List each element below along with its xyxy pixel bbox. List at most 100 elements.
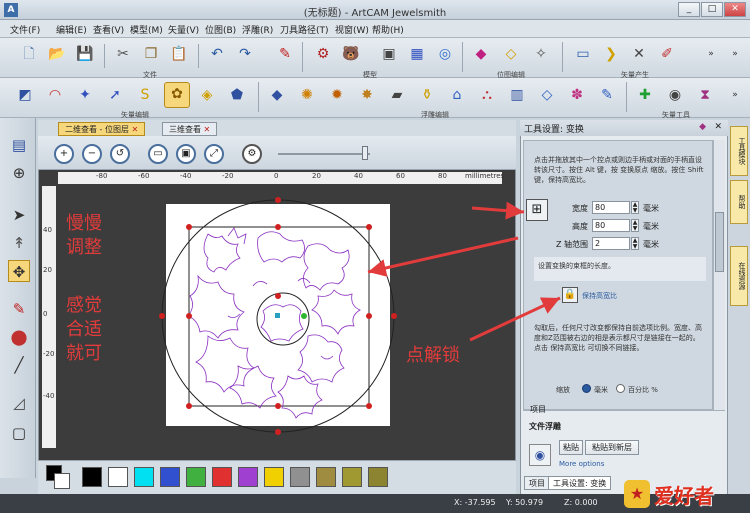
paste-new-layer-button[interactable]: 粘贴到新层 — [585, 440, 639, 455]
model-icon-3[interactable]: ▣ — [378, 43, 400, 65]
palette-swatch-red[interactable] — [212, 467, 232, 487]
transform-origin-icon[interactable]: ⊞ — [526, 199, 548, 221]
rectangle-tool-icon[interactable]: ▢ — [8, 422, 30, 444]
palette-swatch-black[interactable] — [82, 467, 102, 487]
save-icon[interactable]: 💾 — [74, 43, 96, 65]
relief-icon-4[interactable]: ✸ — [356, 84, 378, 106]
vector-icon-4[interactable]: ✐ — [656, 43, 678, 65]
transform-move-icon[interactable]: ✥ — [8, 260, 30, 282]
minimize-button[interactable]: _ — [678, 2, 700, 17]
model-icon-1[interactable]: ⚙ — [312, 43, 334, 65]
line-tool-icon[interactable]: ╱ — [8, 354, 30, 376]
palette-swatch-blue[interactable] — [160, 467, 180, 487]
settings-gear-icon[interactable]: ⚙ — [242, 144, 262, 164]
palette-swatch-olive-1[interactable] — [316, 467, 336, 487]
zoom-previous-icon[interactable]: ↺ — [110, 144, 130, 164]
vector-edit-icon-3[interactable]: ✦ — [74, 84, 96, 106]
vector-tool-icon-3[interactable]: ⧗ — [694, 84, 716, 106]
menu-window[interactable]: 视窗(W) — [335, 23, 369, 36]
width-spinner[interactable]: ▲ ▼ — [631, 201, 639, 214]
fill-bucket-icon[interactable]: ⬤ — [8, 326, 30, 348]
relief-icon-8[interactable]: ⛬ — [476, 84, 498, 106]
relief-eye-icon[interactable]: ◉ — [529, 444, 551, 466]
palette-swatch-purple[interactable] — [238, 467, 258, 487]
secondary-color-swatch[interactable] — [54, 473, 70, 489]
z-range-input[interactable]: 2 — [592, 237, 630, 250]
zoom-in-icon[interactable]: + — [54, 144, 74, 164]
width-input[interactable]: 80 — [592, 201, 630, 214]
work-canvas[interactable] — [58, 186, 502, 448]
paste-button[interactable]: 粘贴 — [559, 440, 583, 455]
vector-edit-icon-8[interactable]: ⬟ — [226, 84, 248, 106]
new-file-icon[interactable]: 🗋 — [18, 43, 40, 65]
relief-icon-10[interactable]: ◇ — [536, 84, 558, 106]
tab-3d-close-icon[interactable]: ✕ — [204, 125, 211, 134]
bear-icon[interactable]: 🐻 — [340, 43, 362, 65]
close-button[interactable]: ✕ — [724, 2, 746, 17]
radio-mm[interactable] — [582, 384, 591, 393]
relief-icon-12[interactable]: ✎ — [596, 84, 618, 106]
scrollbar-thumb[interactable] — [715, 212, 724, 272]
undo-icon[interactable]: ↶ — [206, 43, 228, 65]
toolbar-row2-overflow-icon[interactable]: » — [724, 84, 746, 106]
height-spinner[interactable]: ▲ ▼ — [631, 219, 639, 232]
palette-swatch-green[interactable] — [186, 467, 206, 487]
tab-2d-close-icon[interactable]: ✕ — [132, 125, 139, 134]
model-icon-5[interactable]: ◎ — [434, 43, 456, 65]
paste-icon[interactable]: 📋 — [168, 43, 190, 65]
vector-edit-icon-5[interactable]: S — [134, 84, 156, 106]
open-folder-icon[interactable]: 📂 — [46, 43, 68, 65]
height-input[interactable]: 80 — [592, 219, 630, 232]
center-handle[interactable] — [275, 313, 280, 318]
panel-scrollbar[interactable] — [713, 140, 725, 410]
palette-swatch-olive-3[interactable] — [368, 467, 388, 487]
relief-icon-2[interactable]: ✺ — [296, 84, 318, 106]
z-range-spinner[interactable]: ▲ ▼ — [631, 237, 639, 250]
vector-tool-icon-2[interactable]: ◉ — [664, 84, 686, 106]
panel-close-icon[interactable]: ✕ — [714, 122, 722, 132]
menu-model[interactable]: 模型(M) — [130, 23, 163, 36]
vector-icon-3[interactable]: ✕ — [628, 43, 650, 65]
pin-icon[interactable]: ◆ — [699, 122, 706, 132]
select-arrow-icon[interactable]: ➤ — [8, 204, 30, 226]
vector-edit-icon-7[interactable]: ◈ — [196, 84, 218, 106]
tab-project[interactable]: 项目 — [524, 476, 550, 490]
menu-relief[interactable]: 浮雕(R) — [242, 23, 273, 36]
menu-vector[interactable]: 矢量(V) — [168, 23, 199, 36]
vector-edit-icon-2[interactable]: ◠ — [44, 84, 66, 106]
side-tab-online[interactable]: 在线资源 — [730, 246, 748, 306]
relief-icon-5[interactable]: ▰ — [386, 84, 408, 106]
palette-swatch-grey[interactable] — [290, 467, 310, 487]
palette-swatch-white[interactable] — [108, 467, 128, 487]
transform-tool-icon[interactable]: ✿ — [164, 82, 190, 108]
relief-icon-6[interactable]: ⚱ — [416, 84, 438, 106]
relief-icon-11[interactable]: ✽ — [566, 84, 588, 106]
maximize-button[interactable]: □ — [701, 2, 723, 17]
copy-icon[interactable]: ❐ — [140, 43, 162, 65]
grid-globe-icon[interactable]: ⊕ — [8, 162, 30, 184]
vector-icon-1[interactable]: ▭ — [572, 43, 594, 65]
side-tab-tools[interactable]: 工具模块 — [730, 126, 748, 176]
fit-all-icon[interactable]: ▣ — [176, 144, 196, 164]
bitmap-icon-1[interactable]: ◆ — [470, 43, 492, 65]
lock-icon[interactable]: 🔒 — [562, 287, 578, 303]
vector-edit-icon-4[interactable]: ➚ — [104, 84, 126, 106]
more-options-link[interactable]: More options — [559, 460, 604, 468]
layers-icon[interactable]: ▤ — [8, 134, 30, 156]
vector-edit-icon-1[interactable]: ◩ — [14, 84, 36, 106]
redo-icon[interactable]: ↷ — [234, 43, 256, 65]
zoom-slider-thumb[interactable] — [362, 146, 368, 160]
relief-icon-9[interactable]: ▥ — [506, 84, 528, 106]
palette-swatch-cyan[interactable] — [134, 467, 154, 487]
relief-icon-1[interactable]: ◆ — [266, 84, 288, 106]
bitmap-icon-2[interactable]: ◇ — [500, 43, 522, 65]
rotation-handle[interactable] — [301, 313, 307, 319]
toolbar-overflow-icon[interactable]: » — [700, 43, 722, 65]
bitmap-icon-3[interactable]: ✧ — [530, 43, 552, 65]
tab-2d-view[interactable]: 二维查看 - 位图层 ✕ — [58, 122, 146, 136]
vector-icon-2[interactable]: ❯ — [600, 43, 622, 65]
zoom-slider-track[interactable] — [278, 153, 370, 155]
relief-icon-7[interactable]: ⌂ — [446, 84, 468, 106]
menu-view[interactable]: 查看(V) — [93, 23, 124, 36]
side-tab-help[interactable]: 帮助 — [730, 180, 748, 224]
